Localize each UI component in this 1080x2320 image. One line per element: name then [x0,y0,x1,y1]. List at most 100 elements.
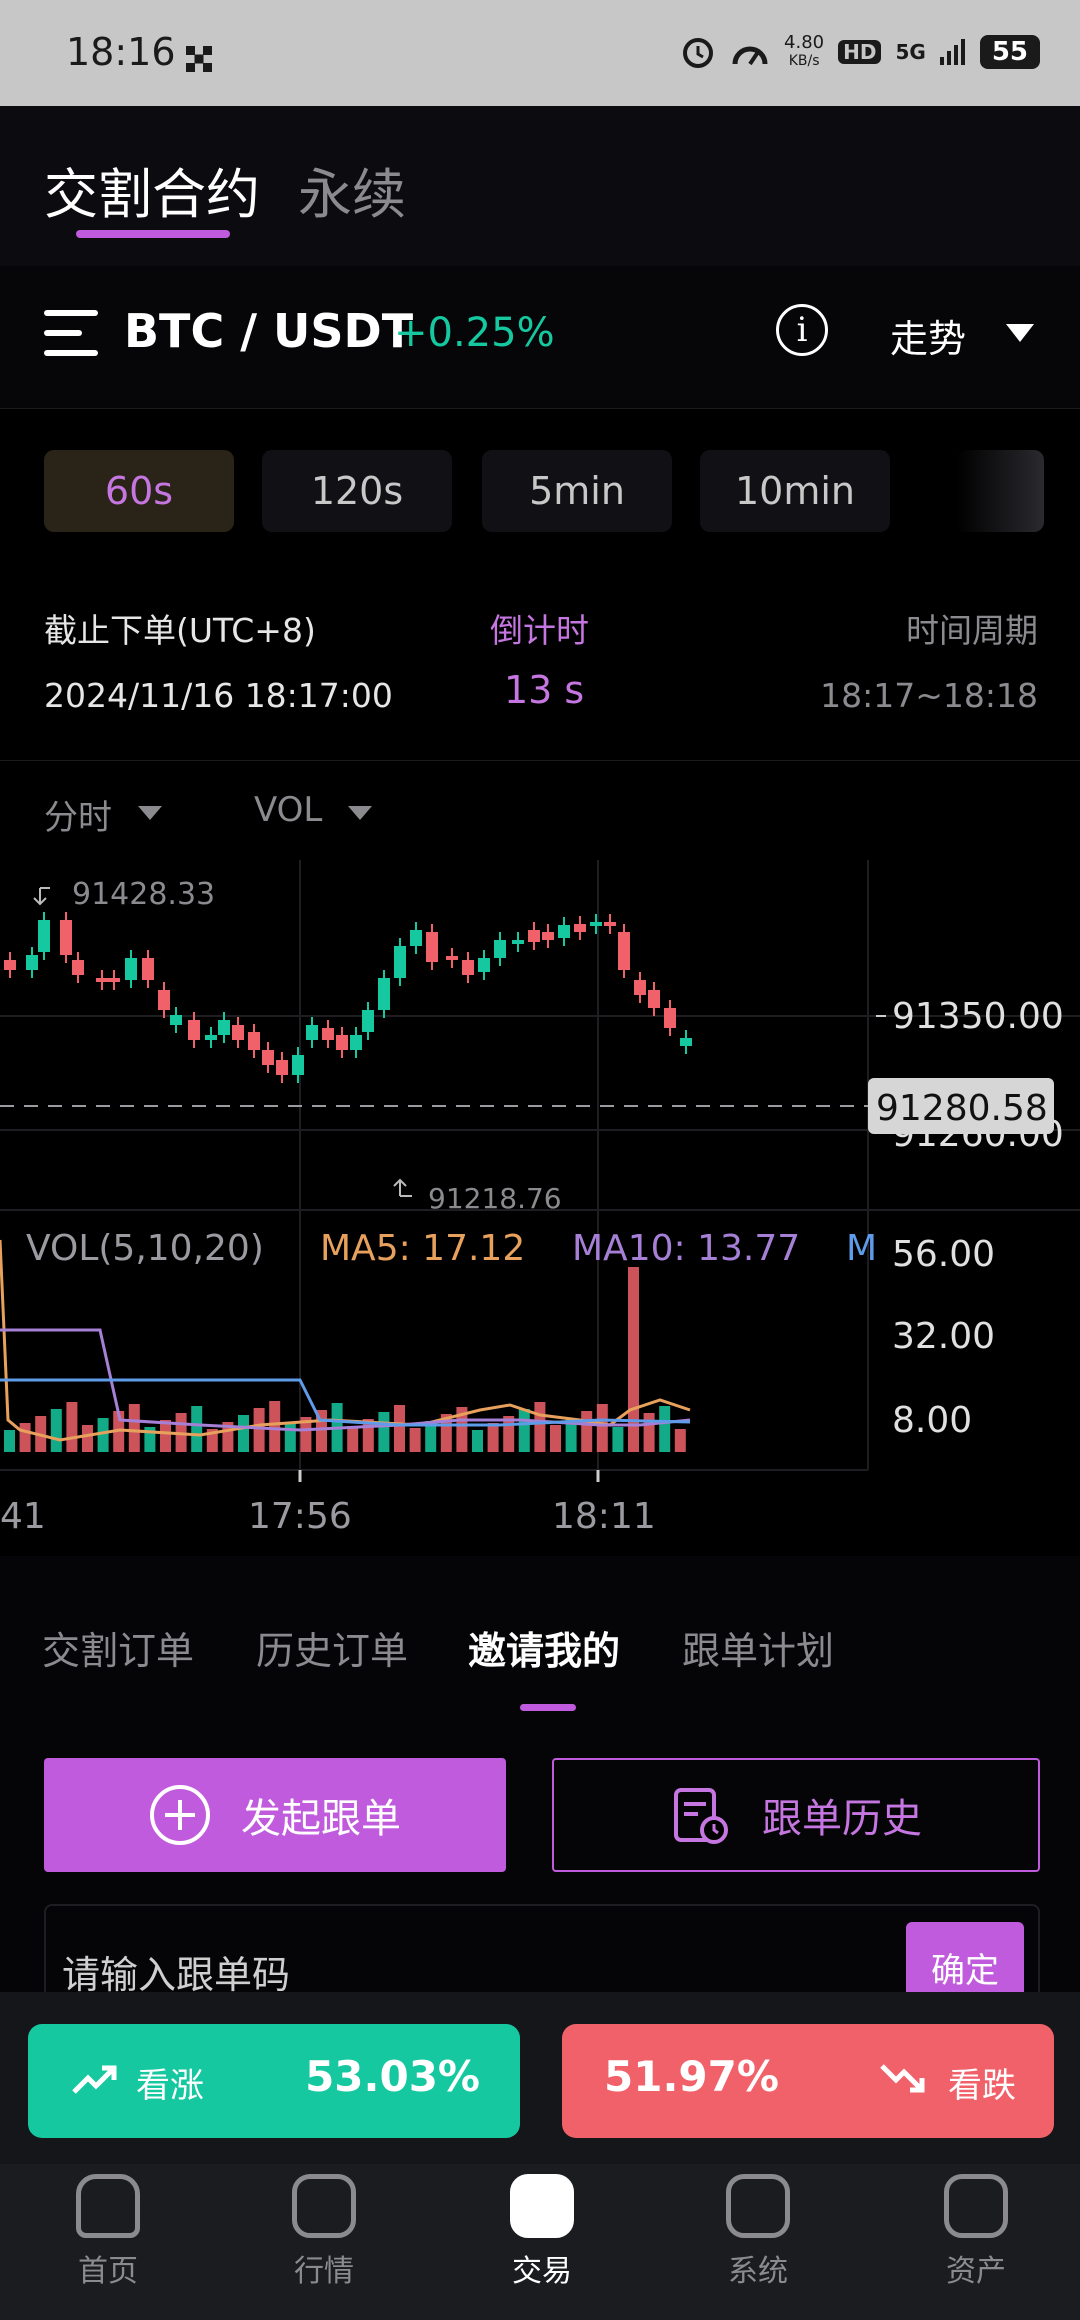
bearish-label: 看跌 [948,2066,1016,2106]
countdown-value: 13 s [504,668,585,712]
chevron-down-icon[interactable] [1006,324,1034,342]
signal-icon [939,39,965,65]
info-icon[interactable]: i [776,304,828,356]
low-marker-icon [393,1178,412,1197]
tab-delivery-contract[interactable]: 交割合约 [44,150,260,229]
system-icon [726,2174,790,2238]
contract-tabs: 交割合约 永续 [0,106,1080,266]
copy-code-input[interactable]: 请输入跟单码 [62,1944,290,1999]
start-copy-button[interactable]: 发起跟单 [44,1758,506,1872]
tab-perpetual[interactable]: 永续 [298,150,406,229]
nav-market[interactable]: 行情 [254,2174,394,2290]
pair-header: BTC / USDT +0.25% i 走势 [0,266,1080,409]
candle [125,958,137,980]
candle [618,932,630,970]
menu-icon[interactable] [44,310,98,356]
volume-bar [643,1413,655,1452]
ma5-label: MA5: 17.12 [320,1228,525,1269]
tab-copy-plan[interactable]: 跟单计划 [682,1620,834,1675]
period-label: 时间周期 [906,611,1038,650]
wallet-icon [944,2174,1008,2238]
candle [362,1010,374,1032]
interval-120s[interactable]: 120s [262,450,452,532]
network-type: 5G [895,40,926,64]
copy-history-label: 跟单历史 [762,1796,922,1842]
nav-assets[interactable]: 资产 [906,2174,1046,2290]
vol-tick-56: 56.00 [892,1234,995,1275]
tab-delivery-orders[interactable]: 交割订单 [42,1620,194,1675]
candle [558,925,570,938]
price-tick-high: 91350.00 [892,996,1064,1037]
nav-home[interactable]: 首页 [38,2174,178,2290]
bearish-button[interactable]: 51.97% 看跌 [562,2024,1054,2138]
candle [158,990,170,1010]
divider [0,760,1080,761]
period-value: 18:17~18:18 [820,676,1038,715]
active-tab-indicator [76,230,230,238]
chevron-down-icon[interactable] [138,806,162,820]
battery-indicator: 55 [979,35,1040,69]
chart-mode-dropdown[interactable]: 分时 [44,790,112,839]
trend-dropdown[interactable]: 走势 [890,308,966,363]
interval-more[interactable] [956,450,1044,532]
candle [170,1015,182,1025]
deadline-value: 2024/11/16 18:17:00 [44,676,393,715]
candle [60,920,72,955]
nav-trade[interactable]: 交易 [472,2174,612,2290]
interval-5min[interactable]: 5min [482,450,672,532]
pair-name[interactable]: BTC / USDT [124,304,413,358]
order-tab-indicator [520,1704,576,1711]
candle [292,1055,304,1075]
volume-bar [347,1426,359,1452]
price-chart[interactable]: 91428.33 91218.76 91350.00 91260.00 9128… [0,860,1080,1550]
candle [604,922,616,926]
volume-bar [160,1420,171,1452]
alarm-icon [683,38,714,68]
candle [590,922,602,926]
volume-bar [97,1418,109,1452]
candle [378,978,390,1010]
candle [394,946,406,978]
candle [478,958,490,972]
candle [142,958,154,980]
volume-bar [238,1415,249,1452]
bullish-button[interactable]: 看涨 53.03% [28,2024,520,2138]
vol-tick-32: 32.00 [892,1316,995,1357]
interval-60s[interactable]: 60s [44,450,234,532]
candle [218,1020,230,1035]
copy-history-button[interactable]: 跟单历史 [552,1758,1040,1872]
candle [248,1032,260,1050]
nav-trade-label: 交易 [512,2254,572,2289]
nav-assets-label: 资产 [946,2254,1006,2289]
trade-bar: 看涨 53.03% 51.97% 看跌 [0,1992,1080,2164]
volume-bar [191,1406,203,1452]
candle [542,932,554,940]
candle [512,940,524,944]
tab-history-orders[interactable]: 历史订单 [256,1620,408,1675]
volume-bar [128,1404,140,1452]
volume-bar [487,1423,499,1452]
trade-icon [510,2174,574,2238]
status-bar: 18:16 4.80 KB/s HD 5G 55 [0,0,1080,106]
candle [262,1050,274,1065]
current-price: 91280.58 [876,1088,1048,1129]
low-price-label: 91218.76 [428,1182,562,1215]
nav-system[interactable]: 系统 [688,2174,828,2290]
volume-bar [253,1408,265,1452]
vol-label: VOL(5,10,20) [26,1228,264,1269]
candle [528,930,540,942]
indicator-dropdown[interactable]: VOL [254,790,322,830]
candle [494,940,506,958]
copy-code-field[interactable]: 请输入跟单码 确定 [44,1904,1040,2012]
candle [205,1035,217,1040]
volume-bar [82,1425,93,1452]
hd-badge: HD [838,40,882,64]
candle [4,960,16,970]
tab-invited-me[interactable]: 邀请我的 [468,1620,620,1675]
volume-bar [581,1411,593,1452]
volume-bar [4,1430,15,1452]
volume-bar [269,1401,281,1452]
interval-10min[interactable]: 10min [700,450,890,532]
candle [648,990,660,1008]
chevron-down-icon[interactable] [348,806,372,820]
